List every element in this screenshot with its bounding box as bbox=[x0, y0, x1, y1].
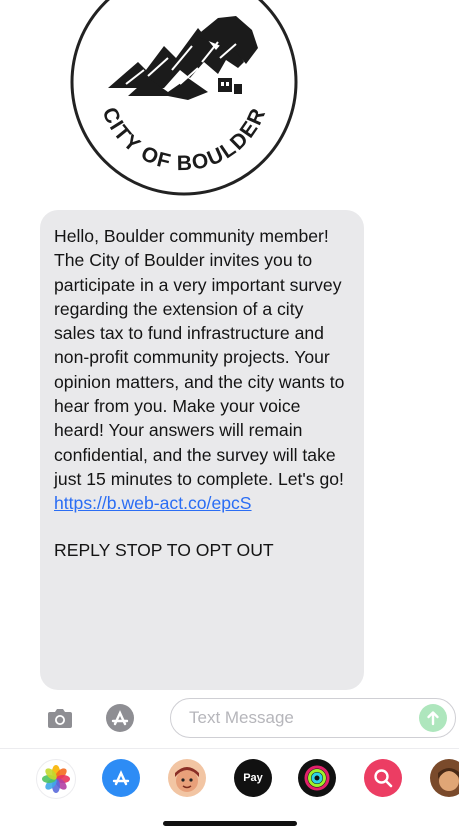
app-drawer: Pay bbox=[0, 748, 459, 805]
image-search-icon[interactable] bbox=[364, 759, 402, 797]
activity-rings-icon bbox=[304, 765, 330, 791]
compose-bar bbox=[0, 696, 459, 740]
message-text-field[interactable] bbox=[170, 698, 456, 738]
city-seal-icon: CITY OF BOULDER bbox=[70, 0, 298, 196]
survey-link[interactable]: https://b.web-act.co/epcS bbox=[54, 493, 252, 513]
camera-icon bbox=[48, 709, 72, 728]
pay-label: Pay bbox=[243, 772, 263, 784]
messages-screen: CITY OF BOULDER Hello, Boulder community… bbox=[0, 0, 459, 837]
avatar-icon[interactable] bbox=[430, 759, 459, 797]
app-store-icon bbox=[106, 704, 134, 732]
message-text: Hello, Boulder community member! The Cit… bbox=[54, 226, 345, 489]
city-logo: CITY OF BOULDER bbox=[68, 0, 300, 198]
camera-button[interactable] bbox=[44, 702, 76, 734]
message-bubble[interactable]: Hello, Boulder community member! The Cit… bbox=[40, 210, 364, 690]
message-input[interactable] bbox=[187, 707, 411, 729]
app-store-icon[interactable] bbox=[102, 759, 140, 797]
memoji-icon[interactable] bbox=[168, 759, 206, 797]
fitness-icon[interactable] bbox=[298, 759, 336, 797]
photos-icon[interactable] bbox=[36, 759, 76, 799]
photos-flower-icon bbox=[42, 765, 70, 793]
avatar-face-icon bbox=[438, 768, 459, 791]
app-store-glyph-icon bbox=[112, 770, 130, 786]
memoji-face-icon bbox=[175, 767, 199, 792]
apps-button[interactable] bbox=[104, 702, 136, 734]
home-indicator[interactable] bbox=[163, 821, 297, 826]
opt-out-text: REPLY STOP TO OPT OUT bbox=[54, 539, 274, 560]
magnifier-icon bbox=[374, 769, 393, 788]
arrow-up-icon bbox=[427, 711, 439, 726]
apple-pay-icon[interactable]: Pay bbox=[234, 759, 272, 797]
message-body: Hello, Boulder community member! The Cit… bbox=[54, 224, 348, 516]
send-button[interactable] bbox=[419, 704, 447, 732]
